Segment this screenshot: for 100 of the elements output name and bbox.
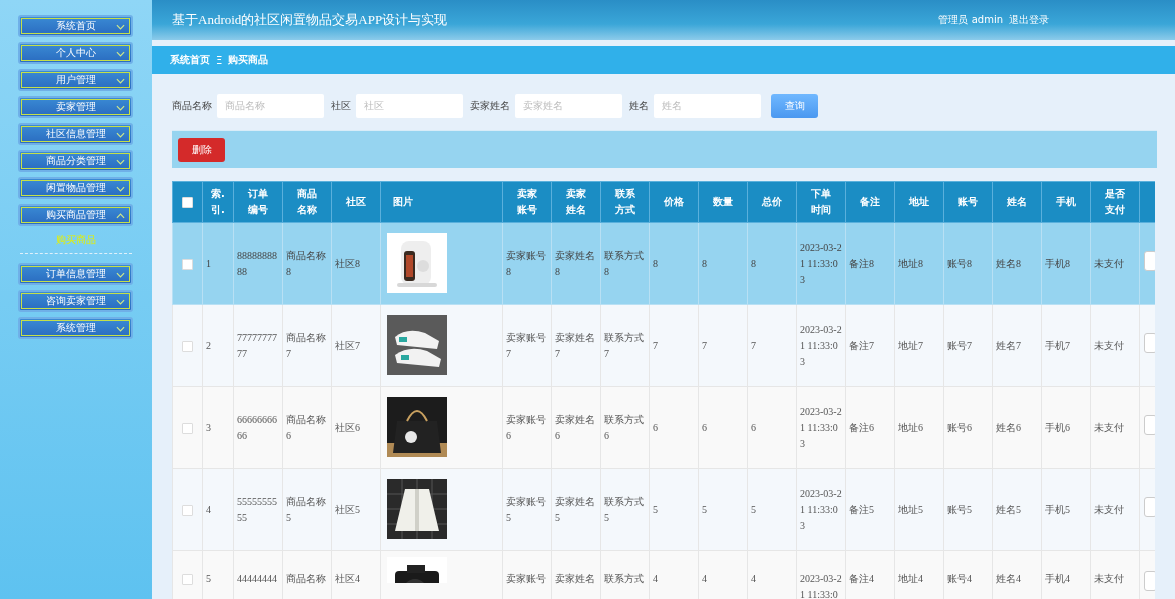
logout-link[interactable]: 退出登录 — [1009, 13, 1049, 27]
column-header: 卖家账号 — [517, 188, 537, 215]
search-field[interactable]: 卖家姓名 — [515, 93, 622, 118]
table-cell: 44444444 — [237, 573, 277, 584]
table-cell: 8 — [751, 257, 756, 269]
table-cell: 7777777777 — [237, 331, 277, 359]
menu-item[interactable]: 社区信息管理 — [18, 123, 133, 145]
table-cell: 卖家姓名6 — [555, 413, 595, 441]
table-cell: 卖家账号6 — [506, 413, 546, 441]
table-cell: 账号5 — [947, 503, 972, 515]
table-cell: 2023-03-21 11:33:03 — [800, 487, 842, 531]
menu-item[interactable]: 商品分类管理 — [18, 150, 133, 172]
table-cell: 商品名称6 — [286, 413, 326, 441]
breadcrumb-separator: Ξ — [216, 54, 223, 66]
column-header: 索.引. — [211, 188, 225, 215]
table-cell: 联系方式 — [604, 573, 644, 584]
column-header: 卖家姓名 — [566, 188, 586, 215]
delete-button[interactable]: 删除 — [178, 137, 225, 162]
table-cell: 联系方式5 — [604, 495, 644, 523]
menu-item[interactable]: 系统首页 — [18, 15, 133, 37]
menu-item[interactable]: 卖家管理 — [18, 96, 133, 118]
table-cell: 卖家姓名 — [555, 573, 595, 584]
column-header: 账号 — [958, 196, 978, 207]
table-cell: 8 — [653, 257, 658, 269]
table-cell: 卖家姓名8 — [555, 249, 595, 277]
column-header: 价格 — [664, 196, 684, 207]
table-cell: 联系方式6 — [604, 413, 644, 441]
search-field[interactable]: 社区 — [356, 93, 463, 118]
table-cell: 7 — [653, 339, 658, 351]
table-cell: 5555555555 — [237, 495, 277, 523]
table-cell: 姓名7 — [996, 339, 1021, 351]
menu-item[interactable]: 个人中心 — [18, 42, 133, 64]
table-cell: 手机4 — [1045, 573, 1070, 584]
table-cell: 地址4 — [898, 573, 923, 584]
menu-item[interactable]: 闲置物品管理 — [18, 177, 133, 199]
table-cell: 社区8 — [335, 257, 360, 269]
table-cell: 未支付 — [1094, 339, 1124, 351]
field-label: 卖家姓名 — [470, 98, 510, 113]
table-cell: 联系方式7 — [604, 331, 644, 359]
table-cell: 社区5 — [335, 503, 360, 515]
table-cell: 卖家账号8 — [506, 249, 546, 277]
table-cell: 5 — [702, 503, 707, 515]
table-cell: 商品名称8 — [286, 249, 326, 277]
table-cell: 4 — [702, 573, 707, 584]
table-cell: 地址8 — [898, 257, 923, 269]
column-header: 下单时间 — [811, 188, 831, 215]
table-cell: 5 — [206, 573, 211, 584]
table-cell: 账号7 — [947, 339, 972, 351]
table-cell: 卖家姓名5 — [555, 495, 595, 523]
table-cell: 未支付 — [1094, 421, 1124, 433]
table-cell: 8 — [702, 257, 707, 269]
table-cell: 6 — [653, 421, 658, 433]
table-cell: 7 — [751, 339, 756, 351]
table-cell: 社区4 — [335, 573, 360, 584]
table-cell: 手机5 — [1045, 503, 1070, 515]
table-cell: 商品名称5 — [286, 495, 326, 523]
table-cell: 6 — [702, 421, 707, 433]
table-cell: 社区7 — [335, 339, 360, 351]
table-cell: 备注5 — [849, 503, 874, 515]
table-cell: 账号6 — [947, 421, 972, 433]
column-header: 是否支付 — [1105, 188, 1125, 215]
table-cell: 2023-03-21 11:33:03 — [800, 405, 842, 449]
table-cell: 4 — [206, 503, 211, 515]
table-cell: 8888888888 — [237, 249, 277, 277]
breadcrumb-link[interactable]: 系统首页 — [170, 53, 210, 67]
table-cell: 备注4 — [849, 573, 874, 584]
table-row[interactable]: 5 44444444 商品名称 社区4 卖家账号 卖家姓名 联系方式 4 4 4 2023-03-21 11:33:0 备注4 地址4 账号4 姓名4 手机4 未支付 — [172, 550, 1155, 599]
menu-item[interactable]: 订单信息管理 — [18, 263, 133, 285]
search-field[interactable]: 姓名 — [654, 93, 761, 118]
table-cell: 地址5 — [898, 503, 923, 515]
field-label: 姓名 — [629, 98, 649, 113]
table-cell: 5 — [653, 503, 658, 515]
column-header: 总价 — [762, 196, 782, 207]
column-header: 地址 — [909, 196, 929, 207]
menu-item[interactable]: 用户管理 — [18, 69, 133, 91]
table-cell: 姓名5 — [996, 503, 1021, 515]
table-cell: 2023-03-21 11:33:03 — [800, 241, 842, 285]
menu-item[interactable]: 咨询卖家管理 — [18, 290, 133, 312]
table-cell: 6666666666 — [237, 413, 277, 441]
table-cell: 账号8 — [947, 257, 972, 269]
menu-item[interactable]: 购买商品管理 — [18, 204, 133, 226]
table-cell: 卖家账号7 — [506, 331, 546, 359]
table-cell: 7 — [702, 339, 707, 351]
table-cell: 2 — [206, 339, 211, 351]
table-cell: 商品名称 — [286, 573, 326, 584]
column-header: 订单编号 — [248, 188, 268, 215]
table-cell: 地址6 — [898, 421, 923, 433]
user-label: 管理员 admin — [938, 13, 1003, 27]
table-cell: 卖家姓名7 — [555, 331, 595, 359]
table-cell: 2023-03-21 11:33:0 — [800, 573, 842, 599]
table-cell: 备注7 — [849, 339, 874, 351]
menu-item[interactable]: 系统管理 — [18, 317, 133, 339]
search-button[interactable]: 查询 — [771, 93, 818, 118]
breadcrumb-link[interactable]: 购买商品 — [228, 53, 269, 67]
column-header: 备注 — [860, 196, 880, 207]
column-header: 数量 — [713, 196, 733, 207]
field-label: 社区 — [331, 98, 351, 113]
table-cell: 备注8 — [849, 257, 874, 269]
table-cell: 1 — [206, 257, 211, 269]
table-cell: 未支付 — [1094, 573, 1124, 584]
